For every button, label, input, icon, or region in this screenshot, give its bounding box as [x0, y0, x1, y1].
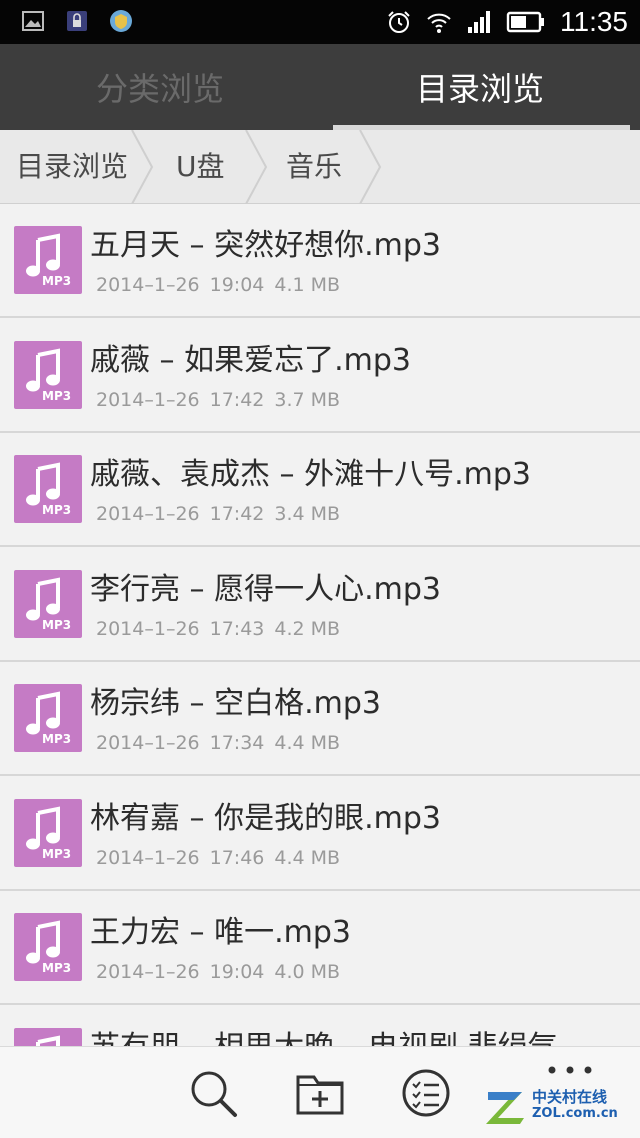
file-size: 3.7 MB	[274, 389, 341, 411]
mp3-file-icon: MP3	[14, 226, 82, 294]
file-meta: 2014–1–26 19:04 4.1 MB	[96, 272, 340, 298]
file-meta: 2014–1–26 19:04 4.0 MB	[96, 959, 340, 985]
file-type-label: MP3	[42, 961, 72, 975]
file-list-item[interactable]: MP3 戚薇、袁成杰 – 外滩十八号.mp3 2014–1–26 17:42 3.4 M…	[0, 433, 640, 547]
file-size: 3.4 MB	[274, 503, 341, 525]
file-name: 李行亮 – 愿得一人心.mp3	[90, 572, 441, 607]
file-date: 2014–1–26	[96, 503, 200, 525]
file-size: 4.4 MB	[274, 732, 341, 754]
file-type-label: MP3	[42, 503, 72, 517]
file-meta: 2014–1–26 17:43 4.2 MB	[96, 616, 340, 642]
file-name: 杨宗纬 – 空白格.mp3	[90, 686, 381, 721]
mp3-file-icon: MP3	[14, 799, 82, 867]
watermark-text-en: ZOL.com.cn	[532, 1106, 618, 1121]
file-list: MP3 五月天 – 突然好想你.mp3 2014–1–26 19:04 4.1 MB MP…	[0, 204, 640, 1046]
file-meta: 2014–1–26 17:42 3.7 MB	[96, 387, 340, 413]
battery-icon	[506, 11, 544, 33]
file-time: 17:42	[209, 503, 265, 525]
file-time: 19:04	[209, 274, 265, 296]
search-icon[interactable]	[183, 1063, 243, 1123]
file-time: 17:34	[209, 732, 265, 754]
shield-app-icon	[110, 10, 132, 32]
mp3-file-icon: MP3	[14, 1028, 82, 1046]
file-type-label: MP3	[42, 618, 72, 632]
mp3-file-icon: MP3	[14, 913, 82, 981]
file-list-item[interactable]: MP3 五月天 – 突然好想你.mp3 2014–1–26 19:04 4.1 MB	[0, 204, 640, 318]
breadcrumb-item-music[interactable]: 音乐	[286, 130, 342, 204]
file-meta: 2014–1–26 17:34 4.4 MB	[96, 730, 340, 756]
new-folder-icon[interactable]	[290, 1063, 350, 1123]
wifi-icon	[427, 13, 451, 33]
file-meta: 2014–1–26 17:46 4.4 MB	[96, 845, 340, 871]
file-name: 王力宏 – 唯一.mp3	[90, 915, 351, 950]
file-time: 19:04	[209, 961, 265, 983]
file-date: 2014–1–26	[96, 847, 200, 869]
clock: 11:35	[560, 6, 628, 37]
watermark-text-cn: 中关村在线	[532, 1088, 608, 1106]
file-type-label: MP3	[42, 389, 72, 403]
file-list-item[interactable]: MP3 杨宗纬 – 空白格.mp3 2014–1–26 17:34 4.4 MB	[0, 662, 640, 776]
file-date: 2014–1–26	[96, 732, 200, 754]
mp3-file-icon: MP3	[14, 684, 82, 752]
file-name: 五月天 – 突然好想你.mp3	[90, 228, 441, 263]
zol-logo-icon	[486, 1092, 524, 1124]
file-type-label: MP3	[42, 274, 72, 288]
file-list-item[interactable]: MP3 戚薇 – 如果爱忘了.mp3 2014–1–26 17:42 3.7 MB	[0, 319, 640, 433]
file-list-item[interactable]: MP3 李行亮 – 愿得一人心.mp3 2014–1–26 17:43 4.2 MB	[0, 548, 640, 662]
file-time: 17:42	[209, 389, 265, 411]
mp3-file-icon: MP3	[14, 341, 82, 409]
breadcrumb-item-udisk[interactable]: U盘	[176, 130, 225, 204]
status-bar: 11:35	[0, 0, 640, 44]
file-list-item[interactable]: MP3 林宥嘉 – 你是我的眼.mp3 2014–1–26 17:46 4.4 MB	[0, 777, 640, 891]
file-date: 2014–1–26	[96, 961, 200, 983]
more-icon[interactable]	[540, 1055, 600, 1085]
multi-select-icon[interactable]	[396, 1063, 456, 1123]
file-time: 17:43	[209, 618, 265, 640]
file-name: 林宥嘉 – 你是我的眼.mp3	[90, 801, 441, 836]
alarm-icon	[388, 11, 410, 33]
file-date: 2014–1–26	[96, 274, 200, 296]
file-type-label: MP3	[42, 847, 72, 861]
file-list-item[interactable]: MP3 王力宏 – 唯一.mp3 2014–1–26 19:04 4.0 MB	[0, 891, 640, 1005]
file-date: 2014–1–26	[96, 389, 200, 411]
file-type-label: MP3	[42, 732, 72, 746]
breadcrumb-chevron-icon	[131, 130, 154, 204]
signal-icon	[468, 11, 490, 33]
file-name: 苏有朋 – 相思太晚 – 电视剧 悲绢气	[90, 1028, 558, 1046]
breadcrumb-chevron-icon	[245, 130, 268, 204]
file-size: 4.2 MB	[274, 618, 341, 640]
file-size: 4.0 MB	[274, 961, 341, 983]
file-time: 17:46	[209, 847, 265, 869]
breadcrumb: 目录浏览 U盘 音乐	[0, 130, 640, 204]
file-date: 2014–1–26	[96, 618, 200, 640]
tab-category-browse[interactable]: 分类浏览	[0, 44, 320, 130]
mp3-file-icon: MP3	[14, 455, 82, 523]
lock-app-icon	[67, 11, 87, 31]
breadcrumb-chevron-icon	[359, 130, 382, 204]
mp3-file-icon: MP3	[14, 570, 82, 638]
tab-directory-browse[interactable]: 目录浏览	[320, 44, 640, 130]
file-size: 4.4 MB	[274, 847, 341, 869]
file-size: 4.1 MB	[274, 274, 341, 296]
file-name: 戚薇、袁成杰 – 外滩十八号.mp3	[90, 457, 531, 492]
file-meta: 2014–1–26 17:42 3.4 MB	[96, 501, 340, 527]
file-name: 戚薇 – 如果爱忘了.mp3	[90, 343, 411, 378]
image-icon	[22, 11, 44, 31]
breadcrumb-item-root[interactable]: 目录浏览	[16, 130, 128, 204]
tab-bar: 分类浏览 目录浏览	[0, 44, 640, 130]
zol-watermark: 中关村在线 ZOL.com.cn	[484, 1082, 634, 1132]
file-list-item[interactable]: MP3 苏有朋 – 相思太晚 – 电视剧 悲绢气	[0, 1006, 640, 1046]
